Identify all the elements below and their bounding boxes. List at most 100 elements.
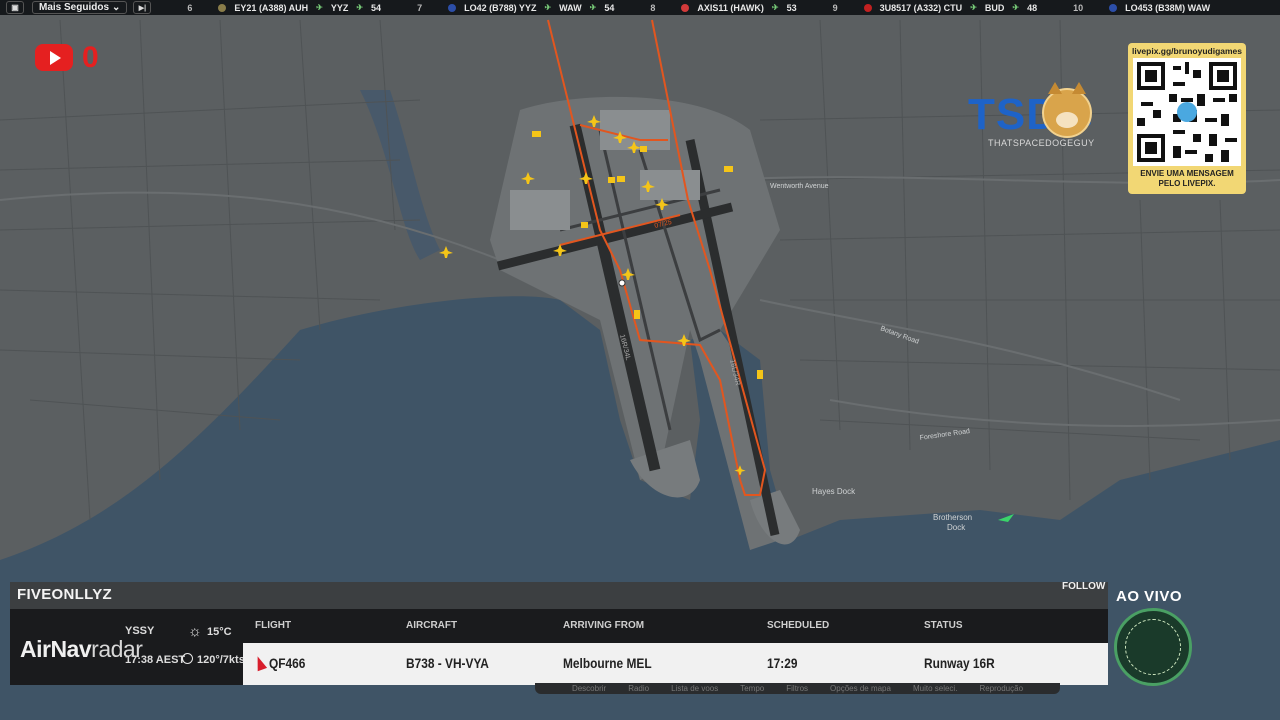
rank: 7 — [417, 2, 423, 13]
top-flight-item[interactable]: 9 3U8517 (A332) CTU ✈ BUD ✈ 48 — [833, 3, 1037, 13]
follow-button[interactable]: FOLLOW — [1062, 581, 1105, 592]
header-arriving-from: ARRIVING FROM — [563, 620, 645, 631]
qr-caption-line-1: ENVIE UMA MENSAGEM — [1140, 169, 1234, 178]
flight-text: LO42 (B788) YYZ — [464, 2, 537, 13]
livepix-qr-card[interactable]: livepix.gg/brunoyudigames ENVIE UMA MENS… — [1128, 43, 1246, 194]
plane-icon: ✈ — [970, 3, 977, 12]
wind-value: 120°/7kts — [197, 654, 245, 666]
flight-row[interactable]: QF466 B738 - VH-VYA Melbourne MEL 17:29 … — [243, 643, 1108, 685]
local-time: 17:38 AEST — [125, 654, 186, 666]
plane-icon: ✈ — [316, 3, 323, 12]
rank: 6 — [187, 2, 193, 13]
follow-count: 53 — [786, 2, 797, 13]
airline-logo-icon — [681, 3, 690, 12]
brand-bold: AirNav — [20, 636, 92, 662]
station-code: YSSY — [125, 625, 155, 637]
ground-vehicle-icon[interactable] — [724, 166, 733, 172]
aircraft-value: B738 - VH-VYA — [406, 655, 489, 671]
live-label: AO VIVO — [1116, 588, 1183, 605]
scheduled-value: 17:29 — [767, 655, 798, 671]
flight-text: AXIS11 (HAWK) — [697, 2, 764, 13]
wind-icon — [182, 653, 193, 664]
airnav-radar-logo: AirNavradar — [20, 636, 143, 663]
map-label-brotherson-dock-1: Brotherson — [933, 513, 972, 522]
dropdown-label: Mais Seguidos — [39, 2, 110, 13]
selected-aircraft-marker-icon[interactable] — [618, 279, 626, 287]
temperature: 15°C — [207, 626, 232, 638]
doge-icon — [1042, 82, 1092, 138]
youtube-icon — [35, 44, 73, 71]
plane-icon-small: ✈ — [771, 3, 779, 12]
airline-logo-icon — [1109, 3, 1118, 12]
airline-logo-icon — [448, 3, 457, 12]
ground-vehicle-icon[interactable] — [608, 177, 615, 183]
follow-count: 54 — [371, 2, 382, 13]
rank: 10 — [1073, 2, 1084, 13]
nav-flight-list[interactable]: Lista de voos — [671, 684, 718, 693]
flight-text: 3U8517 (A332) CTU — [879, 2, 963, 13]
ground-vehicle-icon[interactable] — [617, 176, 625, 182]
nav-playback[interactable]: Reprodução — [979, 684, 1023, 693]
top-flight-item[interactable]: 8 AXIS11 (HAWK) ✈ 53 — [650, 3, 796, 13]
flight-callsign-bar: FIVEONLLYZ — [10, 582, 1108, 609]
header-scheduled: SCHEDULED — [767, 620, 830, 631]
plane-icon-small: ✈ — [1012, 3, 1020, 12]
nav-most-selected[interactable]: Muito seleci. — [913, 684, 957, 693]
qantas-logo-icon — [252, 654, 268, 672]
ground-vehicle-icon[interactable] — [640, 146, 647, 152]
qr-code-icon — [1133, 58, 1241, 166]
flight-info-panel: AirNavradar YSSY 17:38 AEST ☼ 15°C 120°/… — [10, 609, 1108, 685]
chevron-down-icon: ⌄ — [112, 2, 121, 13]
nav-map-options[interactable]: Opções de mapa — [830, 684, 891, 693]
sun-icon: ☼ — [188, 623, 202, 640]
bottom-nav-partial: Descobrir Radio Lista de voos Tempo Filt… — [535, 683, 1060, 694]
follow-count: 54 — [604, 2, 615, 13]
flight-dest: BUD — [984, 2, 1005, 13]
header-status: STATUS — [924, 620, 963, 631]
top-flight-item[interactable]: 6 EY21 (A388) AUH ✈ YYZ ✈ 54 — [187, 3, 381, 13]
header-flight: FLIGHT — [255, 620, 292, 631]
youtube-counter: 0 — [82, 41, 99, 74]
ground-vehicle-icon[interactable] — [634, 310, 640, 319]
window-icon[interactable]: ▣ — [6, 1, 24, 14]
skip-icon[interactable]: ▶| — [133, 1, 152, 14]
nav-radio[interactable]: Radio — [628, 684, 649, 693]
tsdg-subtitle: THATSPACEDOGEGUY — [988, 138, 1095, 148]
flight-dest: WAW — [559, 2, 582, 13]
header-aircraft: AIRCRAFT — [406, 620, 458, 631]
ground-vehicle-icon[interactable] — [581, 222, 588, 228]
arriving-from-value: Melbourne MEL — [563, 655, 652, 671]
tsdg-logo: TSDG THATSPACEDOGEGUY — [968, 82, 1120, 150]
plane-icon-small: ✈ — [589, 3, 597, 12]
qr-caption-line-2: PELO LIVEPIX. — [1158, 179, 1216, 188]
airline-logo-icon — [218, 3, 227, 12]
nav-filters[interactable]: Filtros — [786, 684, 808, 693]
top-flights-bar: ▣ Mais Seguidos ⌄ ▶| 6 EY21 (A388) AUH ✈… — [0, 0, 1280, 15]
flight-dest: YYZ — [330, 2, 349, 13]
map-label-hayes-dock: Hayes Dock — [812, 487, 856, 496]
flight-text: LO453 (B38M) WAW — [1125, 2, 1211, 13]
qr-url: livepix.gg/brunoyudigames — [1131, 46, 1243, 56]
plane-icon: ✈ — [544, 3, 552, 12]
rank: 8 — [650, 2, 656, 13]
ground-vehicle-icon[interactable] — [532, 131, 541, 137]
badge-plane-icon — [1125, 619, 1181, 675]
top-flight-item[interactable]: 10 LO453 (B38M) WAW — [1073, 3, 1210, 13]
most-followed-dropdown[interactable]: Mais Seguidos ⌄ — [32, 1, 128, 14]
map-label-wentworth: Wentworth Avenue — [770, 183, 829, 190]
rank: 9 — [832, 2, 838, 13]
flight-text: EY21 (A388) AUH — [234, 2, 309, 13]
airline-logo-icon — [863, 3, 872, 12]
qr-caption: ENVIE UMA MENSAGEM PELO LIVEPIX. — [1128, 169, 1246, 189]
ground-vehicle-icon[interactable] — [757, 370, 763, 379]
map-label-brotherson-dock-2: Dock — [947, 523, 966, 532]
nav-discover[interactable]: Descobrir — [572, 684, 606, 693]
plane-icon-small: ✈ — [356, 3, 364, 12]
channel-badge-logo — [1114, 608, 1192, 686]
status-value: Runway 16R — [924, 655, 995, 671]
nav-weather[interactable]: Tempo — [740, 684, 764, 693]
flight-callsign: FIVEONLLYZ — [17, 586, 112, 603]
flight-number: QF466 — [269, 655, 306, 671]
follow-count: 48 — [1027, 2, 1038, 13]
top-flight-item[interactable]: 7 LO42 (B788) YYZ ✈ WAW ✈ 54 — [417, 3, 614, 13]
